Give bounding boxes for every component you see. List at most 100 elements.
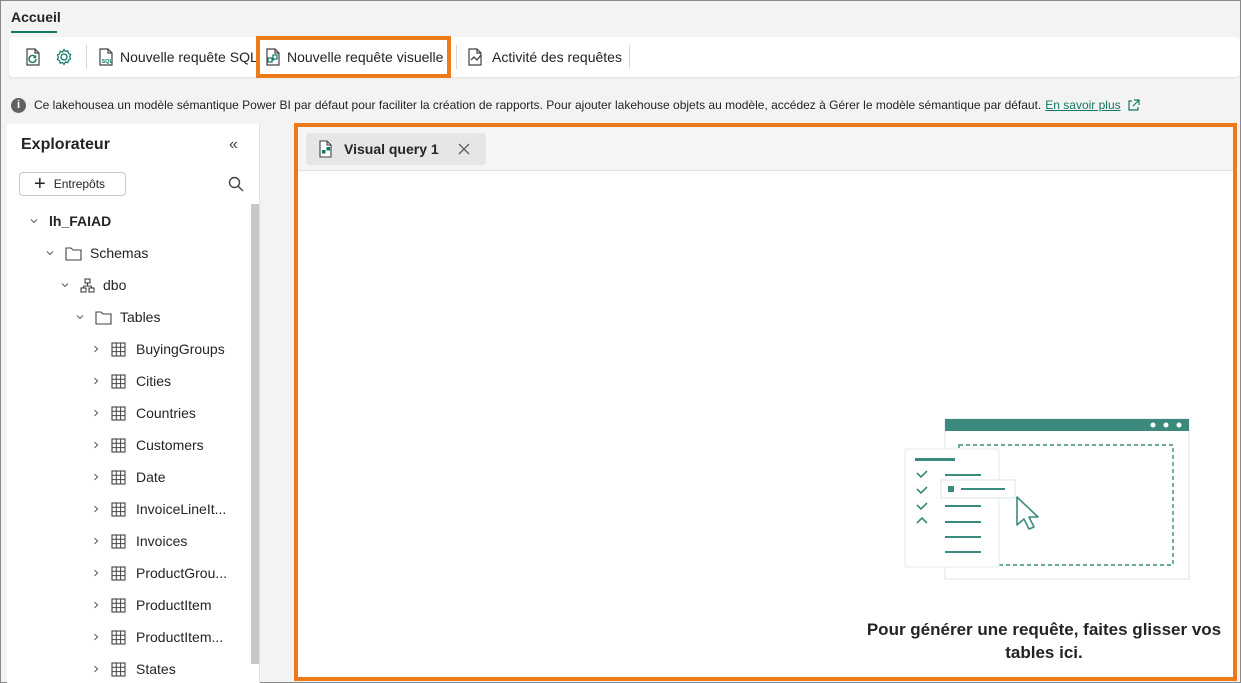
explorer-pane: Explorateur « + Entrepôts lh_FAIAD Schem…: [7, 124, 260, 683]
table-name: BuyingGroups: [136, 341, 225, 357]
table-row[interactable]: InvoiceLineIt...: [91, 498, 226, 520]
query-activity-label: Activité des requêtes: [492, 49, 622, 65]
lakehouse-name: lh_FAIAD: [49, 213, 112, 229]
table-name: ProductItem...: [136, 629, 224, 645]
folder-icon: [95, 310, 112, 325]
table-name: Countries: [136, 405, 196, 421]
table-name: InvoiceLineIt...: [136, 501, 227, 517]
empty-state-message: Pour générer une requête, faites glisser…: [856, 618, 1232, 664]
tab-label: Visual query 1: [344, 141, 439, 157]
new-visual-query-button[interactable]: Nouvelle requête visuelle: [255, 36, 452, 78]
table-icon: [111, 405, 126, 421]
chevron-right-icon: [91, 600, 101, 610]
learn-more-link[interactable]: En savoir plus: [1045, 98, 1120, 112]
new-visual-query-label: Nouvelle requête visuelle: [287, 49, 444, 65]
visual-query-editor: Visual query 1 Pour générer une requête,…: [294, 123, 1237, 681]
chevron-right-icon: [91, 408, 101, 418]
tree-schema-dbo[interactable]: dbo: [60, 274, 126, 296]
chevron-right-icon: [91, 376, 101, 386]
info-icon: i: [11, 97, 26, 113]
table-icon: [111, 629, 126, 645]
query-activity-button[interactable]: Activité des requêtes: [466, 37, 622, 77]
table-icon: [111, 469, 126, 485]
table-name: Date: [136, 469, 166, 485]
schema-icon: [80, 277, 95, 293]
query-activity-icon: [466, 47, 488, 67]
table-row[interactable]: Cities: [91, 370, 171, 392]
chevron-right-icon: [91, 440, 101, 450]
collapse-pane-icon[interactable]: «: [229, 136, 238, 154]
explorer-scrollbar[interactable]: [251, 204, 259, 664]
toolbar: SQL Nouvelle requête SQL Nouvelle requêt…: [9, 36, 1240, 78]
table-name: ProductItem: [136, 597, 212, 613]
table-icon: [111, 661, 126, 677]
plus-icon: +: [34, 173, 46, 195]
editor-tab-strip: Visual query 1: [298, 127, 1233, 171]
visual-query-icon: [318, 140, 334, 158]
tree-tables-folder[interactable]: Tables: [75, 306, 160, 328]
toolbar-separator: [456, 45, 457, 69]
schema-name: dbo: [103, 277, 127, 293]
table-name: ProductGrou...: [136, 565, 228, 581]
explorer-title: Explorateur: [21, 136, 110, 153]
table-name: Cities: [136, 373, 172, 389]
visual-query-icon: [263, 47, 283, 67]
table-name: Customers: [136, 437, 204, 453]
table-icon: [111, 341, 126, 357]
chevron-down-icon: [45, 248, 55, 258]
table-row[interactable]: Invoices: [91, 530, 187, 552]
chevron-right-icon: [91, 344, 101, 354]
chevron-down-icon: [60, 280, 70, 290]
new-sql-query-button[interactable]: SQL Nouvelle requête SQL: [96, 37, 258, 77]
table-row[interactable]: Date: [91, 466, 166, 488]
tab-visual-query-1[interactable]: Visual query 1: [306, 133, 486, 165]
ribbon-tab-bar: Accueil: [1, 1, 1240, 37]
tree-schemas-folder[interactable]: Schemas: [45, 242, 148, 264]
empty-state-line-1: Pour générer une requête, faites glisser…: [866, 620, 1222, 639]
schemas-label: Schemas: [90, 245, 149, 261]
refresh-icon[interactable]: [23, 47, 43, 67]
table-icon: [111, 533, 126, 549]
table-row[interactable]: ProductItem: [91, 594, 211, 616]
chevron-right-icon: [91, 632, 101, 642]
table-icon: [111, 437, 126, 453]
close-icon[interactable]: [456, 141, 472, 157]
empty-state-line-2: tables ici.: [1005, 643, 1083, 662]
folder-icon: [65, 246, 82, 261]
chevron-right-icon: [91, 472, 101, 482]
sql-file-icon: SQL: [96, 47, 116, 67]
info-message: Ce lakehousea un modèle sémantique Power…: [34, 98, 1042, 112]
table-name: States: [136, 661, 176, 677]
active-tab-indicator: [11, 31, 57, 33]
external-link-icon[interactable]: [1127, 98, 1140, 112]
chevron-right-icon: [91, 536, 101, 546]
chevron-right-icon: [91, 568, 101, 578]
table-icon: [111, 565, 126, 581]
tree-lakehouse-root[interactable]: lh_FAIAD: [29, 210, 111, 232]
semantic-model-info-bar: i Ce lakehousea un modèle sémantique Pow…: [11, 96, 1140, 114]
tables-folder-label: Tables: [120, 309, 161, 325]
table-icon: [111, 501, 126, 517]
add-warehouses-button[interactable]: + Entrepôts: [19, 172, 126, 196]
chevron-right-icon: [91, 504, 101, 514]
chevron-down-icon: [29, 216, 39, 226]
add-warehouses-label: Entrepôts: [53, 177, 106, 191]
table-row[interactable]: Customers: [91, 434, 204, 456]
settings-gear-icon[interactable]: [54, 47, 74, 67]
table-name: Invoices: [136, 533, 188, 549]
table-row[interactable]: ProductGrou...: [91, 562, 227, 584]
svg-text:SQL: SQL: [102, 59, 114, 65]
table-row[interactable]: States: [91, 658, 176, 680]
table-row[interactable]: Countries: [91, 402, 196, 424]
tab-accueil[interactable]: Accueil: [11, 9, 61, 25]
table-row[interactable]: BuyingGroups: [91, 338, 225, 360]
chevron-right-icon: [91, 664, 101, 674]
toolbar-separator: [629, 45, 630, 69]
chevron-down-icon: [75, 312, 85, 322]
search-icon[interactable]: [227, 175, 245, 193]
new-sql-query-label: Nouvelle requête SQL: [120, 49, 258, 65]
table-icon: [111, 373, 126, 389]
table-row[interactable]: ProductItem...: [91, 626, 223, 648]
table-icon: [111, 597, 126, 613]
drag-tables-illustration: [904, 418, 1190, 580]
